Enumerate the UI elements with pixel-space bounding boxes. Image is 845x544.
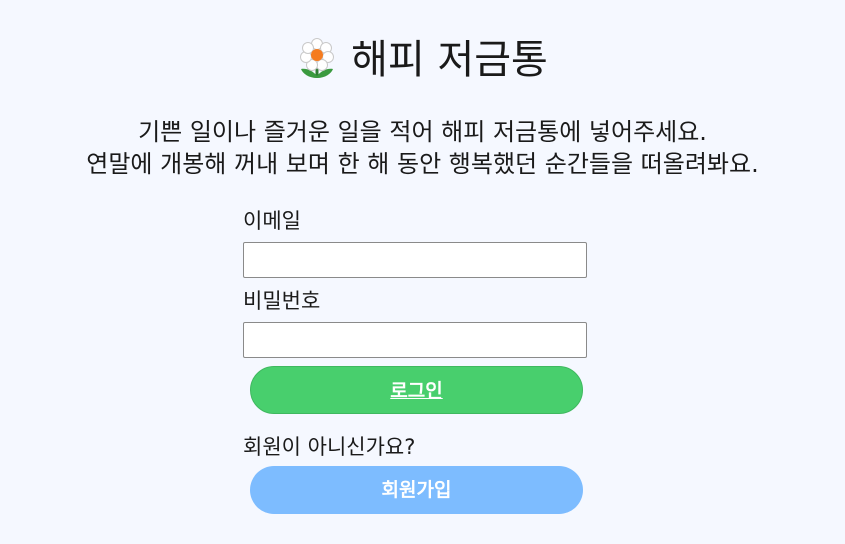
page-title: 해피 저금통 <box>0 34 845 86</box>
signup-prompt: 회원이 아니신가요? <box>243 435 416 459</box>
login-button[interactable]: 로그인 <box>250 366 583 414</box>
description-line-2: 연말에 개봉해 꺼내 보며 한 해 동안 행복했던 순간들을 떠올려봐요. <box>86 150 759 178</box>
flower-icon <box>300 38 335 78</box>
signup-button[interactable]: 회원가입 <box>250 466 583 514</box>
description-line-1: 기쁜 일이나 즐거운 일을 적어 해피 저금통에 넣어주세요. <box>138 118 707 146</box>
password-label: 비밀번호 <box>243 289 321 313</box>
email-field[interactable] <box>243 242 587 278</box>
password-field[interactable] <box>243 322 587 358</box>
page-title-text: 해피 저금통 <box>351 37 548 83</box>
email-label: 이메일 <box>243 209 301 233</box>
login-form: 이메일 비밀번호 로그인 회원이 아니신가요? 회원가입 <box>243 206 588 514</box>
description: 기쁜 일이나 즐거운 일을 적어 해피 저금통에 넣어주세요. 연말에 개봉해 … <box>0 116 845 180</box>
